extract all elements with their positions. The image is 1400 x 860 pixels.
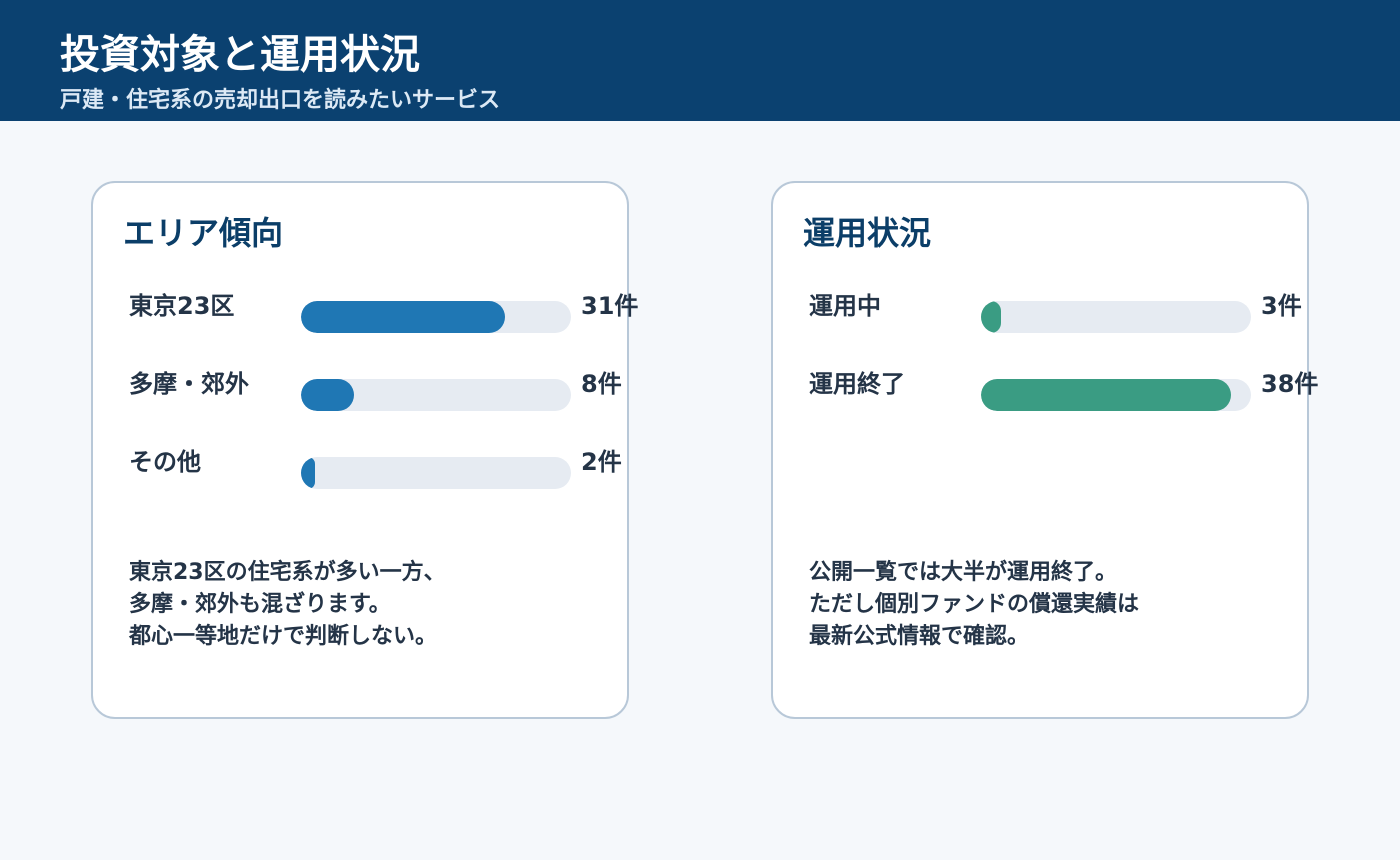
- data-label: 31件: [581, 292, 639, 320]
- page-header: 投資対象と運用状況 戸建・住宅系の売却出口を読みたいサービス: [0, 0, 1400, 121]
- note-line: ただし個別ファンドの償還実績は: [809, 592, 1140, 617]
- area-row-tokyo23: 東京23区 31件: [93, 289, 638, 333]
- note-line: 多摩・郊外も混ざります。: [129, 592, 391, 617]
- bar-label: 多摩・郊外: [129, 370, 249, 398]
- page-title: 投資対象と運用状況: [60, 32, 420, 78]
- bar-label: 運用中: [809, 292, 881, 320]
- data-label: 8件: [581, 370, 622, 398]
- status-row-active: 運用中 3件: [773, 289, 1307, 333]
- area-trend-title: エリア傾向: [123, 214, 284, 252]
- note-line: 公開一覧では大半が運用終了。: [809, 560, 1118, 585]
- bar-track: [981, 301, 1251, 333]
- bar-track: [301, 301, 571, 333]
- data-label: 2件: [581, 448, 622, 476]
- operation-status-note: 公開一覧では大半が運用終了。 ただし個別ファンドの償還実績は 最新公式情報で確認…: [809, 557, 1279, 653]
- bar: [301, 301, 506, 333]
- operation-status-title: 運用状況: [803, 214, 932, 252]
- bar-label: 東京23区: [129, 292, 235, 320]
- status-row-ended: 運用終了 38件: [773, 367, 1318, 411]
- bar-track: [301, 379, 571, 411]
- bar: [981, 301, 1001, 333]
- area-trend-card: エリア傾向 東京23区 31件 多摩・郊外 8件 その他 2件 東京23区の住宅…: [91, 181, 638, 719]
- area-trend-note: 東京23区の住宅系が多い一方、 多摩・郊外も混ざります。 都心一等地だけで判断し…: [129, 557, 599, 653]
- data-label: 38件: [1261, 370, 1319, 398]
- bar-track: [301, 457, 571, 489]
- area-row-tama-suburbs: 多摩・郊外 8件: [93, 367, 627, 411]
- page-subtitle: 戸建・住宅系の売却出口を読みたいサービス: [60, 88, 501, 113]
- bar: [981, 379, 1232, 411]
- bar-track: [981, 379, 1251, 411]
- area-row-other: その他 2件: [93, 445, 627, 489]
- note-line: 東京23区の住宅系が多い一方、: [129, 560, 446, 585]
- data-label: 3件: [1261, 292, 1302, 320]
- bar: [301, 379, 354, 411]
- note-line: 都心一等地だけで判断しない。: [129, 624, 438, 649]
- note-line: 最新公式情報で確認。: [809, 624, 1030, 649]
- bar: [301, 457, 315, 489]
- operation-status-card: 運用状況 運用中 3件 運用終了 38件 公開一覧では大半が運用終了。 ただし個…: [771, 181, 1318, 719]
- bar-label: 運用終了: [809, 370, 905, 398]
- bar-label: その他: [129, 448, 201, 476]
